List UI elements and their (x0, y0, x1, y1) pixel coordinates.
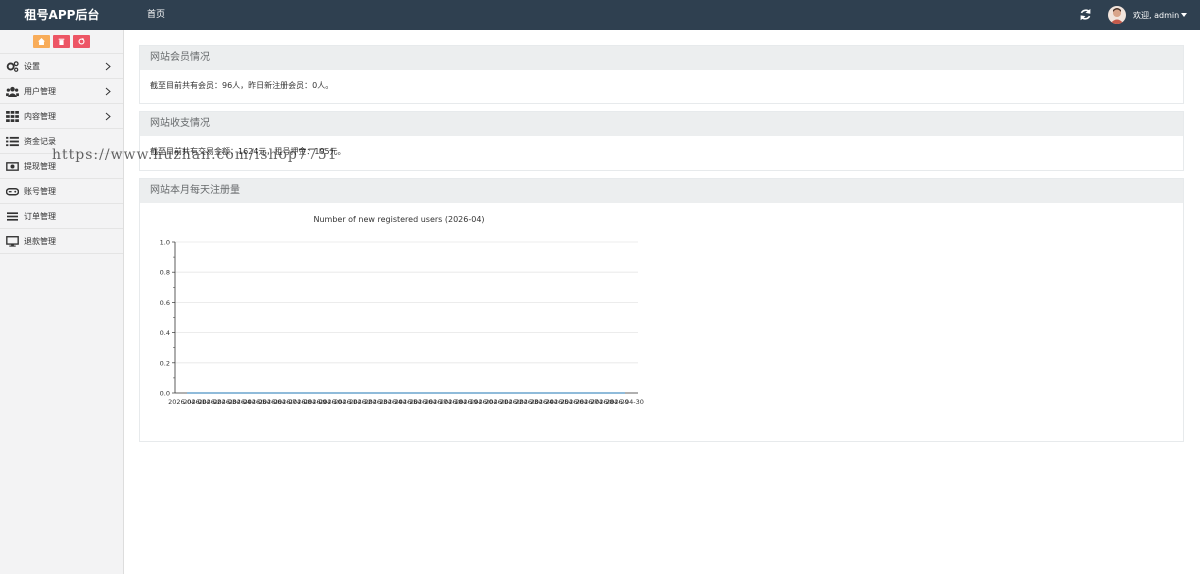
sidebar-item-label: 退款管理 (24, 237, 56, 246)
sidebar-item-orders[interactable]: 订单管理 (0, 204, 123, 229)
sidebar-item-label: 内容管理 (24, 112, 56, 121)
sidebar-item-users[interactable]: 用户管理 (0, 79, 123, 104)
quick-trash-button[interactable] (53, 35, 70, 48)
sidebar-item-refunds[interactable]: 退款管理 (0, 229, 123, 254)
members-panel: 网站会员情况 截至目前共有会员：96人，昨日新注册会员：0人。 (139, 45, 1184, 104)
chevron-right-icon (105, 112, 111, 121)
sidebar: 设置 用户管理 内容管理 资金记录 提现管理 账号管理 订单管理 退款管理 (0, 30, 124, 574)
recycle-icon (78, 38, 85, 45)
grid-icon (6, 111, 19, 122)
home-icon (38, 38, 45, 45)
x-tick-label: 2026-04-30 (606, 398, 644, 406)
y-tick-label: 1.0 (160, 239, 170, 247)
y-tick-label: 0.8 (160, 269, 170, 277)
list-icon (6, 136, 19, 147)
gamepad-icon (6, 188, 19, 196)
members-summary: 截至目前共有会员：96人，昨日新注册会员：0人。 (150, 81, 334, 90)
chart-title: Number of new registered users (2026-04) (313, 215, 484, 224)
y-tick-label: 0.4 (160, 329, 170, 337)
sidebar-item-settings[interactable]: 设置 (0, 54, 123, 79)
y-tick-label: 0.2 (160, 359, 170, 367)
watermark-text: https://www.huzhan.com/ishop7751 (52, 147, 338, 163)
chevron-right-icon (105, 87, 111, 96)
sidebar-item-label: 设置 (24, 62, 40, 71)
sidebar-quick-buttons (0, 30, 123, 54)
users-icon (6, 86, 19, 97)
trash-icon (58, 38, 65, 45)
panel-title: 网站收支情况 (140, 112, 1183, 136)
user-greeting: 欢迎, admin (1133, 11, 1180, 20)
quick-recycle-button[interactable] (73, 35, 90, 48)
bars-icon (7, 212, 18, 221)
y-tick-label: 0.0 (160, 390, 170, 398)
sidebar-item-label: 账号管理 (24, 187, 56, 196)
caret-down-icon (1181, 13, 1188, 17)
quick-home-button[interactable] (33, 35, 50, 48)
desktop-icon (6, 236, 19, 247)
registrations-chart: Number of new registered users (2026-04)… (160, 215, 644, 406)
main-content: 网站会员情况 截至目前共有会员：96人，昨日新注册会员：0人。 网站收支情况 截… (124, 30, 1200, 574)
sidebar-item-content[interactable]: 内容管理 (0, 104, 123, 129)
money-icon (6, 162, 19, 171)
user-menu-toggle[interactable]: 欢迎, admin (1133, 0, 1188, 30)
sidebar-item-label: 用户管理 (24, 87, 56, 96)
brand-title: 租号APP后台 (24, 8, 100, 22)
user-avatar[interactable] (1108, 6, 1126, 24)
chevron-right-icon (105, 62, 111, 71)
sidebar-item-label: 订单管理 (24, 212, 56, 221)
refresh-icon[interactable] (1079, 8, 1092, 21)
panel-title: 网站本月每天注册量 (140, 179, 1183, 203)
nav-home-link[interactable]: 首页 (147, 0, 165, 30)
y-tick-label: 0.6 (160, 299, 170, 307)
sidebar-item-accounts[interactable]: 账号管理 (0, 179, 123, 204)
cogs-icon (6, 61, 19, 72)
top-navbar: 租号APP后台 首页 欢迎, admin (0, 0, 1200, 30)
panel-title: 网站会员情况 (140, 46, 1183, 70)
registrations-panel: 网站本月每天注册量 Number of new registered users… (139, 178, 1184, 442)
